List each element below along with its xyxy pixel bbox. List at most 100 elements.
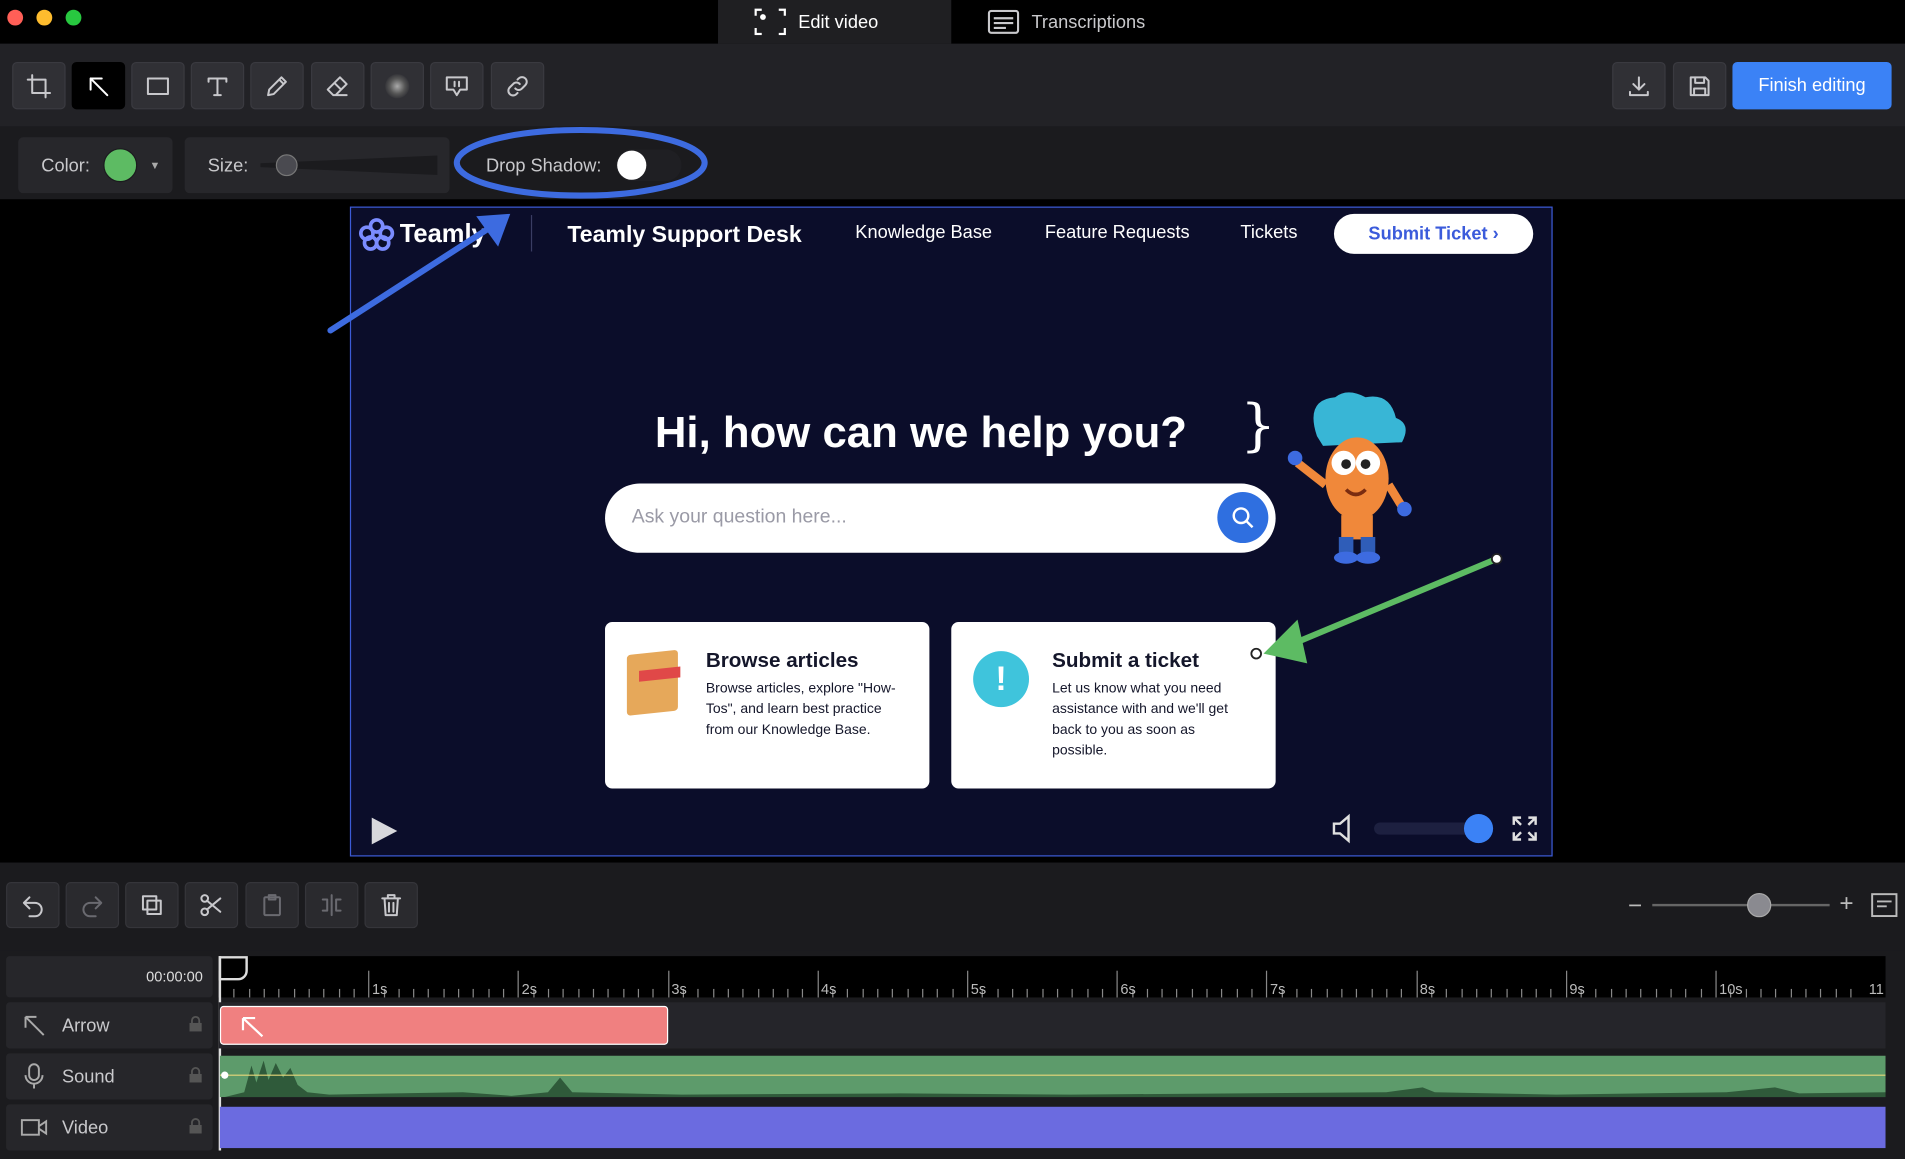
arrow-start-handle[interactable]: [1250, 647, 1262, 660]
video-icon: [20, 1119, 48, 1136]
ruler-tick: [1505, 988, 1508, 998]
ruler-tick: [1266, 970, 1268, 998]
split-button[interactable]: [304, 882, 359, 929]
ruler-tick: [637, 988, 639, 998]
ruler-tick: [757, 988, 759, 998]
track-label: Sound: [61, 1066, 115, 1087]
ruler-tick: [1086, 988, 1088, 998]
ruler-tick: [1341, 988, 1343, 998]
ruler-tick: [607, 988, 610, 998]
undo-button[interactable]: [6, 882, 60, 929]
zoom-in-button[interactable]: +: [1839, 891, 1853, 919]
split-icon: [321, 894, 342, 917]
video-clip[interactable]: [219, 1106, 1886, 1149]
ruler-tick: [1535, 988, 1538, 998]
copy-button[interactable]: [125, 882, 179, 929]
ruler-tick: [338, 988, 340, 998]
ruler-tick: [1071, 988, 1074, 998]
blue-arrow-annotation: [327, 213, 511, 334]
ruler-tick: [1700, 988, 1702, 998]
lock-icon[interactable]: [188, 1118, 203, 1135]
ruler-tick: [1610, 988, 1612, 998]
ruler-tick: [1101, 988, 1103, 998]
redo-button[interactable]: [65, 882, 120, 929]
lock-icon[interactable]: [188, 1067, 203, 1084]
ruler-tick: [1835, 988, 1837, 998]
ruler-tick: [622, 988, 625, 998]
ruler-tick: [1416, 970, 1418, 998]
ruler-tick: [1775, 988, 1777, 998]
ruler-tick: [1026, 988, 1029, 998]
fit-timeline-icon[interactable]: [1871, 893, 1898, 918]
track-header-video[interactable]: Video: [6, 1104, 213, 1151]
ruler-tick: [562, 988, 565, 998]
ruler-tick: [1206, 988, 1208, 998]
track-header-arrow[interactable]: Arrow: [6, 1002, 213, 1049]
ruler-tick: [817, 970, 819, 998]
ruler-tick: [907, 988, 909, 998]
ruler-tick: [1760, 988, 1762, 998]
ruler-tick: [1670, 988, 1672, 998]
playhead[interactable]: [218, 956, 248, 981]
ruler-tick-label: 1s: [371, 980, 388, 998]
arrow-annotations-layer: [327, 213, 1503, 664]
ruler-tick: [413, 988, 415, 998]
lock-icon[interactable]: [188, 1015, 203, 1033]
paste-button[interactable]: [245, 882, 299, 929]
cut-button[interactable]: [184, 882, 239, 929]
ruler-tick: [1790, 988, 1792, 998]
ruler-tick: [892, 988, 894, 998]
ruler-tick: [1386, 988, 1388, 998]
ruler-tick: [1326, 988, 1328, 998]
undo-icon: [22, 896, 43, 918]
ruler-tick: [697, 988, 699, 998]
ruler-tick: [518, 970, 520, 998]
ruler-tick: [1745, 988, 1747, 998]
ruler-tick: [1685, 988, 1687, 998]
ruler-tick: [398, 988, 400, 998]
trash-icon: [381, 894, 402, 917]
arrow-end-handle[interactable]: [1490, 553, 1503, 565]
ruler-tick: [772, 988, 774, 998]
green-arrow-annotation[interactable]: [1250, 553, 1503, 664]
ruler-tick: [248, 988, 250, 998]
ruler-tick: [1565, 970, 1567, 998]
ruler-tick: [1356, 988, 1358, 998]
ruler-tick: [667, 970, 669, 998]
ruler-tick: [967, 970, 969, 998]
zoom-out-button[interactable]: −: [1628, 893, 1642, 921]
ruler-tick: [1041, 988, 1044, 998]
zoom-slider[interactable]: [1652, 903, 1830, 907]
ruler-tick: [443, 988, 445, 998]
time-ruler[interactable]: 1s 2s 3s 4s 5s 6s 7s 8s 9s 10s 11: [218, 956, 1886, 998]
ruler-tick-label: 5s: [970, 980, 987, 998]
track-label: Arrow: [61, 1015, 110, 1036]
ruler-tick: [1820, 988, 1822, 998]
ruler-tick: [1595, 988, 1597, 998]
ruler-tick: [1191, 988, 1193, 998]
ruler-tick: [1715, 970, 1717, 998]
arrow-clip[interactable]: [219, 1005, 668, 1045]
ruler-tick: [1460, 988, 1463, 998]
ruler-tick: [308, 988, 310, 998]
ruler-tick: [473, 988, 475, 998]
ruler-tick: [592, 988, 595, 998]
ruler-tick: [1296, 988, 1298, 998]
sound-clip[interactable]: [219, 1055, 1886, 1098]
delete-button[interactable]: [364, 882, 418, 929]
ruler-tick: [1640, 988, 1642, 998]
ruler-tick: [577, 988, 580, 998]
scissors-icon: [200, 894, 222, 917]
ruler-tick: [1311, 988, 1313, 998]
ruler-tick: [547, 988, 550, 998]
arrow-icon: [241, 1016, 264, 1038]
zoom-slider-knob[interactable]: [1747, 892, 1772, 918]
ruler-tick: [877, 988, 879, 998]
ruler-tick: [1371, 988, 1373, 998]
ruler-tick: [1655, 988, 1657, 998]
ruler-tick: [1116, 970, 1118, 998]
ruler-tick: [323, 988, 325, 998]
track-header-sound[interactable]: Sound: [6, 1053, 213, 1100]
ruler-tick-label: 4s: [821, 980, 837, 998]
ruler-tick: [1520, 988, 1523, 998]
